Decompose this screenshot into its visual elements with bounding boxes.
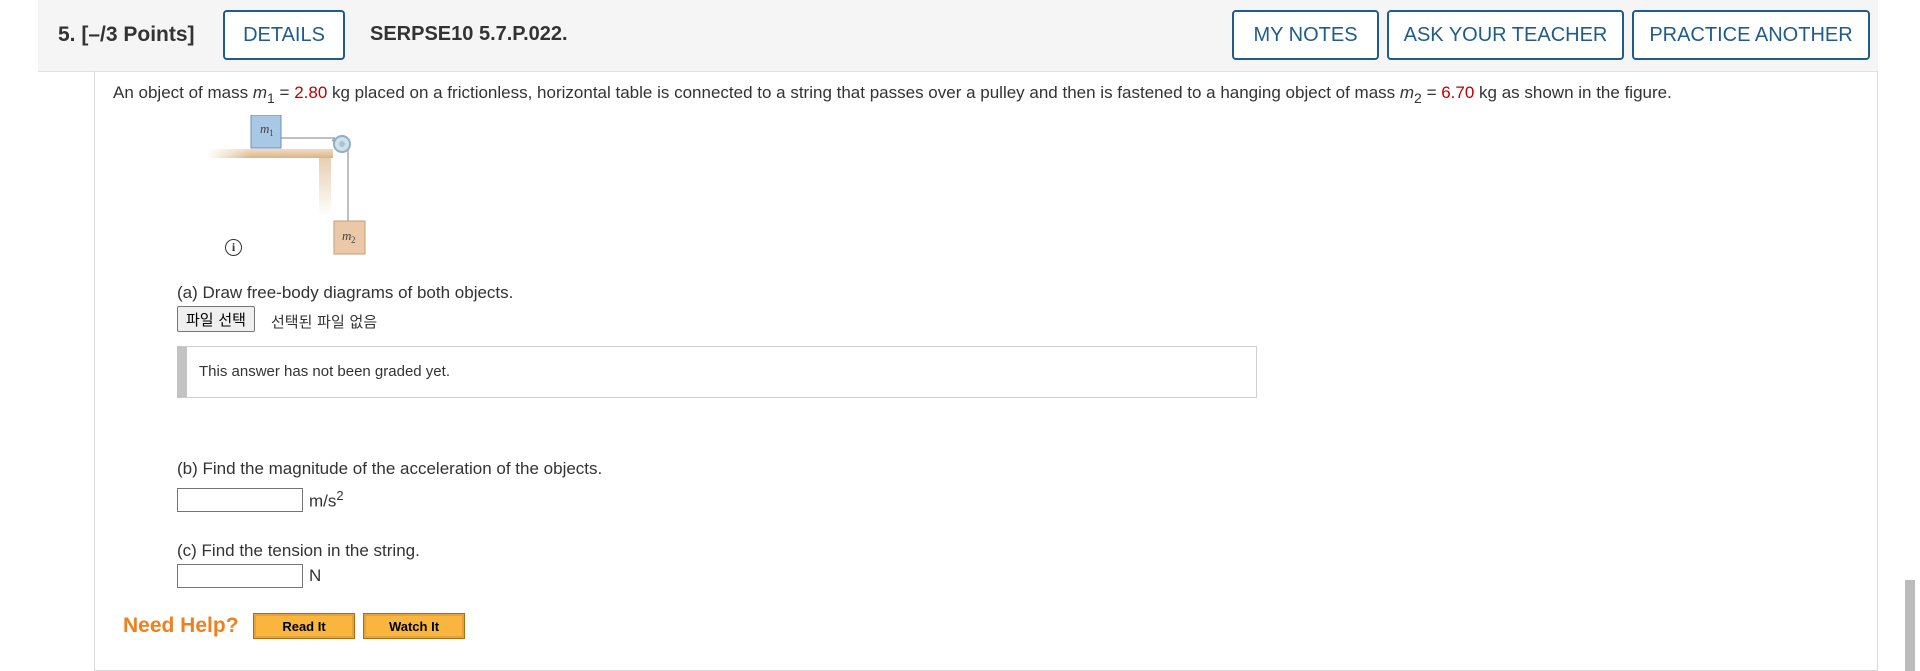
part-b-question: (b) Find the magnitude of the accelerati… xyxy=(177,459,603,478)
my-notes-button[interactable]: MY NOTES xyxy=(1232,10,1379,60)
problem-statement: An object of mass m1 = 2.80 kg placed on… xyxy=(113,83,1672,106)
part-a-question: (a) Draw free-body diagrams of both obje… xyxy=(177,283,514,302)
question-header: 5. [–/3 Points] DETAILS SERPSE10 5.7.P.0… xyxy=(38,0,1878,72)
grading-status-box: This answer has not been graded yet. xyxy=(177,346,1257,398)
info-icon[interactable]: i xyxy=(225,239,242,256)
question-id: SERPSE10 5.7.P.022. xyxy=(370,23,568,45)
read-it-button[interactable]: Read It xyxy=(253,613,355,639)
choose-file-button[interactable]: 파일 선택 xyxy=(177,306,255,332)
tension-unit: N xyxy=(309,566,322,585)
acceleration-unit: m/s2 xyxy=(309,488,344,511)
file-status: 선택된 파일 없음 xyxy=(271,313,378,331)
question-content: An object of mass m1 = 2.80 kg placed on… xyxy=(94,71,1878,671)
scrollbar-thumb[interactable] xyxy=(1905,580,1915,671)
grading-status-text: This answer has not been graded yet. xyxy=(199,363,450,380)
m2-figure-label: m xyxy=(342,228,351,243)
part-c-question: (c) Find the tension in the string. xyxy=(177,541,420,560)
svg-text:1: 1 xyxy=(269,128,274,138)
need-help-label: Need Help? xyxy=(123,614,239,637)
m1-figure-label: m xyxy=(260,121,269,136)
watch-it-button[interactable]: Watch It xyxy=(363,613,465,639)
tension-input[interactable] xyxy=(177,564,303,588)
svg-text:2: 2 xyxy=(351,235,356,245)
details-button[interactable]: DETAILS xyxy=(223,10,345,60)
table-leg xyxy=(319,158,331,216)
question-number-points: 5. [–/3 Points] xyxy=(58,23,195,46)
practice-another-button[interactable]: PRACTICE ANOTHER xyxy=(1632,10,1870,60)
m1-value: 2.80 xyxy=(294,83,328,102)
acceleration-input[interactable] xyxy=(177,488,303,512)
m2-value: 6.70 xyxy=(1441,83,1475,102)
ask-your-teacher-button[interactable]: ASK YOUR TEACHER xyxy=(1387,10,1624,60)
